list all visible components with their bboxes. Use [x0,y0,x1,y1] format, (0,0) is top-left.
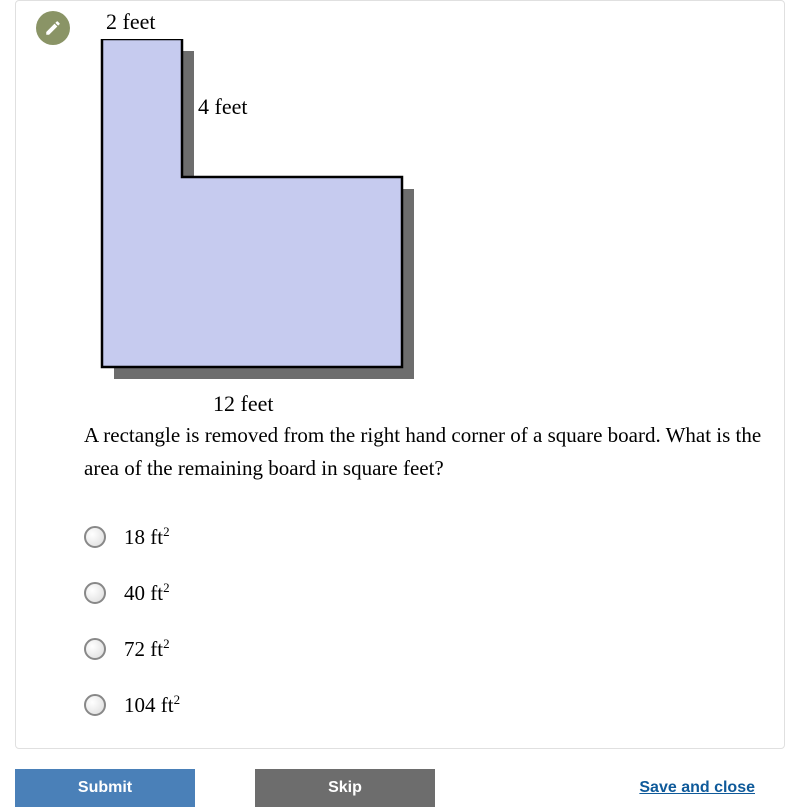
skip-button[interactable]: Skip [255,769,435,807]
l-shape-figure [92,39,432,394]
edit-icon[interactable] [36,11,70,45]
diagram: 2 feet 4 feet 12 feet [88,9,508,409]
question-text: A rectangle is removed from the right ha… [84,419,764,484]
answer-options: 18 ft2 40 ft2 72 ft2 [84,524,764,718]
radio-icon [84,526,106,548]
option-label: 18 ft2 [124,524,170,550]
radio-icon [84,694,106,716]
submit-button[interactable]: Submit [15,769,195,807]
option-c[interactable]: 72 ft2 [84,636,764,662]
question-card: 2 feet 4 feet 12 feet A rectangle is rem… [15,0,785,749]
radio-icon [84,638,106,660]
option-label: 72 ft2 [124,636,170,662]
option-b[interactable]: 40 ft2 [84,580,764,606]
option-d[interactable]: 104 ft2 [84,692,764,718]
dimension-label-bottom: 12 feet [213,391,273,417]
option-label: 40 ft2 [124,580,170,606]
radio-icon [84,582,106,604]
footer-actions: Submit Skip Save and close [0,769,800,807]
option-label: 104 ft2 [124,692,180,718]
save-and-close-link[interactable]: Save and close [639,779,755,797]
option-a[interactable]: 18 ft2 [84,524,764,550]
dimension-label-top: 2 feet [106,9,155,35]
